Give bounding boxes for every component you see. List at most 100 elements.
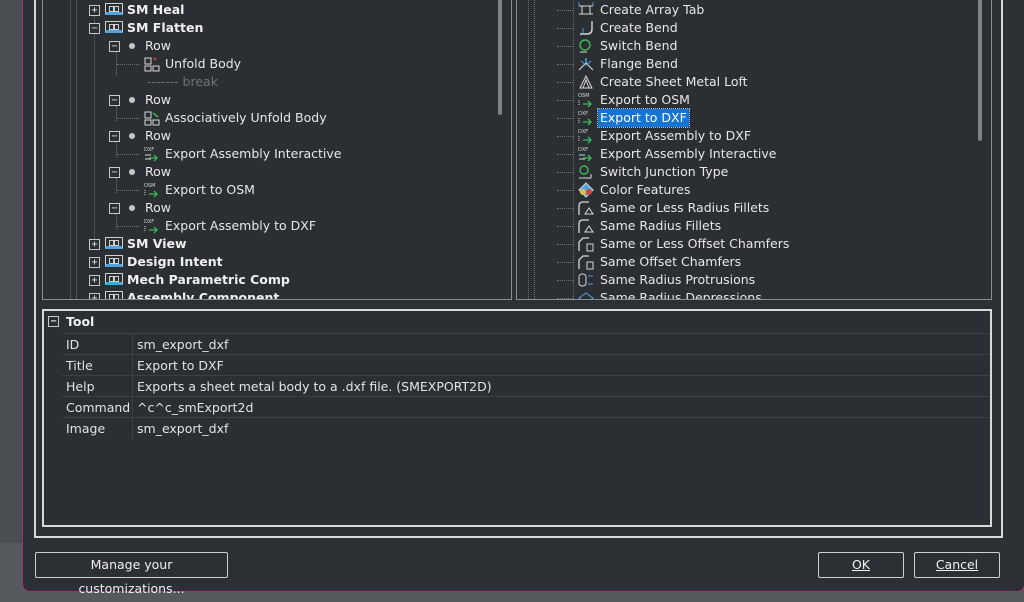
tree-item[interactable]: − Row bbox=[43, 127, 493, 145]
tree-guide bbox=[557, 226, 573, 227]
tool-list-item[interactable]: Create Array Tab bbox=[517, 1, 972, 19]
command-tree-panel: + SM Heal − SM Flatten − Row * Unfold Body -----… bbox=[42, 0, 512, 300]
tree-group-label: Assembly Component bbox=[127, 290, 280, 300]
switch-junction-icon bbox=[577, 164, 595, 180]
tool-list-item[interactable]: Same Radius Fillets bbox=[517, 217, 972, 235]
collapse-icon[interactable]: − bbox=[109, 203, 120, 214]
toolbar-group-icon bbox=[105, 3, 123, 15]
property-row[interactable]: Title Export to DXF bbox=[62, 354, 990, 376]
tool-list-item[interactable]: Switch Bend bbox=[517, 37, 972, 55]
manage-customizations-button[interactable]: Manage your customizations... bbox=[35, 552, 228, 596]
tree-item[interactable]: − SM Flatten bbox=[43, 19, 493, 37]
tree-guide bbox=[117, 64, 139, 65]
svg-text:*: * bbox=[153, 56, 157, 65]
tree-item[interactable]: + Design Intent bbox=[43, 253, 493, 271]
tree-item[interactable]: + Assembly Component bbox=[43, 289, 493, 300]
tool-list-item[interactable]: DXF Export to DXF bbox=[517, 108, 972, 128]
collapse-icon[interactable]: − bbox=[109, 167, 120, 178]
tree-item[interactable]: − Row bbox=[43, 163, 493, 181]
properties-section-label: Tool bbox=[66, 314, 95, 329]
toolbar-group-icon bbox=[105, 291, 123, 299]
collapse-icon[interactable]: − bbox=[109, 131, 120, 142]
tree-guide bbox=[557, 244, 573, 245]
tree-item[interactable]: + SM Heal bbox=[43, 1, 493, 19]
expand-icon[interactable]: + bbox=[89, 5, 100, 16]
tool-label: Switch Bend bbox=[600, 38, 678, 53]
toolbar-group-icon bbox=[105, 255, 123, 267]
tree-item[interactable]: − Row bbox=[43, 37, 493, 55]
tool-list-item[interactable]: Same Offset Chamfers bbox=[517, 253, 972, 271]
collapse-icon[interactable]: − bbox=[109, 41, 120, 52]
tool-list-item[interactable]: Create Bend bbox=[517, 19, 972, 37]
expand-icon[interactable]: + bbox=[89, 293, 100, 299]
tool-list-item[interactable]: Same or Less Radius Fillets bbox=[517, 199, 972, 217]
svg-text:OSM: OSM bbox=[578, 93, 589, 99]
property-row[interactable]: ID sm_export_dxf bbox=[62, 333, 990, 355]
tool-label: Same Radius Fillets bbox=[600, 218, 722, 233]
expand-icon[interactable]: + bbox=[89, 239, 100, 250]
expand-icon[interactable]: + bbox=[89, 275, 100, 286]
tool-list-item[interactable]: OSM Export to OSM bbox=[517, 91, 972, 109]
create-bend-icon bbox=[577, 20, 595, 36]
same-radius-depressions-icon bbox=[577, 290, 595, 299]
property-row[interactable]: Command ^c^c_smExport2d bbox=[62, 396, 990, 418]
same-radius-protrusions-icon bbox=[577, 272, 595, 288]
tree-item[interactable]: * Unfold Body bbox=[43, 55, 493, 73]
property-value[interactable]: ^c^c_smExport2d bbox=[132, 397, 990, 418]
less-radius-fillets-icon bbox=[577, 200, 595, 216]
tree-item[interactable]: + Mech Parametric Comp bbox=[43, 271, 493, 289]
expand-icon[interactable]: + bbox=[89, 257, 100, 268]
tree-item[interactable]: DXF Export Assembly Interactive bbox=[43, 145, 493, 163]
collapse-icon[interactable]: − bbox=[89, 23, 100, 34]
svg-text:DXF: DXF bbox=[144, 147, 154, 153]
tree-item[interactable]: − Row bbox=[43, 199, 493, 217]
row-bullet-icon bbox=[129, 43, 135, 49]
tree-item[interactable]: − Row bbox=[43, 91, 493, 109]
tree-guide bbox=[557, 262, 573, 263]
tree-guide bbox=[557, 208, 573, 209]
property-value[interactable]: Export to DXF bbox=[132, 355, 990, 376]
row-bullet-icon bbox=[129, 169, 135, 175]
export-osm-icon: OSM bbox=[577, 92, 595, 108]
tree-item[interactable]: Associatively Unfold Body bbox=[43, 109, 493, 127]
tool-label: Color Features bbox=[600, 182, 691, 197]
tool-list-item[interactable]: Flange Bend bbox=[517, 55, 972, 73]
tree-tool-label: Export Assembly to DXF bbox=[165, 218, 317, 233]
export-osm-icon: OSM bbox=[143, 182, 161, 198]
properties-section-header[interactable]: − Tool bbox=[44, 311, 990, 333]
tree-row-label: Row bbox=[145, 128, 171, 143]
property-value[interactable]: sm_export_dxf bbox=[132, 334, 990, 355]
tree-guide bbox=[557, 100, 573, 101]
list-scrollbar[interactable] bbox=[978, 0, 982, 141]
tool-list-item[interactable]: Same Radius Depressions bbox=[517, 289, 972, 299]
tool-label: Switch Junction Type bbox=[600, 164, 729, 179]
tool-list-item[interactable]: Switch Junction Type bbox=[517, 163, 972, 181]
array-tab-icon bbox=[577, 2, 595, 18]
tree-item[interactable]: + SM View bbox=[43, 235, 493, 253]
tool-list-item[interactable]: Same or Less Offset Chamfers bbox=[517, 235, 972, 253]
toolbar-group-icon bbox=[105, 21, 123, 33]
svg-text:DXF: DXF bbox=[578, 129, 588, 135]
tool-list-item[interactable]: Color Features bbox=[517, 181, 972, 199]
property-name: Help bbox=[66, 379, 95, 394]
tool-list-item[interactable]: DXF Export Assembly Interactive bbox=[517, 145, 972, 163]
cancel-button[interactable]: Cancel bbox=[914, 552, 1000, 578]
tree-guide bbox=[117, 118, 139, 119]
tree-tool-label: Export Assembly Interactive bbox=[165, 146, 342, 161]
collapse-icon[interactable]: − bbox=[109, 95, 120, 106]
ok-button[interactable]: OK bbox=[818, 552, 904, 578]
tree-item[interactable]: ------- break bbox=[43, 73, 493, 91]
tree-item[interactable]: OSM Export to OSM bbox=[43, 181, 493, 199]
tool-list-item[interactable]: DXF Export Assembly to DXF bbox=[517, 127, 972, 145]
tool-list-item[interactable]: Create Sheet Metal Loft bbox=[517, 73, 972, 91]
property-row[interactable]: Help Exports a sheet metal body to a .dxf… bbox=[62, 375, 990, 397]
property-value[interactable]: sm_export_dxf bbox=[132, 418, 990, 439]
property-row[interactable]: Image sm_export_dxf bbox=[62, 417, 990, 439]
collapse-icon[interactable]: − bbox=[48, 316, 59, 327]
tool-label: Same Offset Chamfers bbox=[600, 254, 742, 269]
tool-list-item[interactable]: Same Radius Protrusions bbox=[517, 271, 972, 289]
tree-scrollbar[interactable] bbox=[498, 0, 502, 115]
property-value[interactable]: Exports a sheet metal body to a .dxf fil… bbox=[132, 376, 990, 397]
tree-item[interactable]: DXF Export Assembly to DXF bbox=[43, 217, 493, 235]
tree-guide bbox=[557, 82, 573, 83]
